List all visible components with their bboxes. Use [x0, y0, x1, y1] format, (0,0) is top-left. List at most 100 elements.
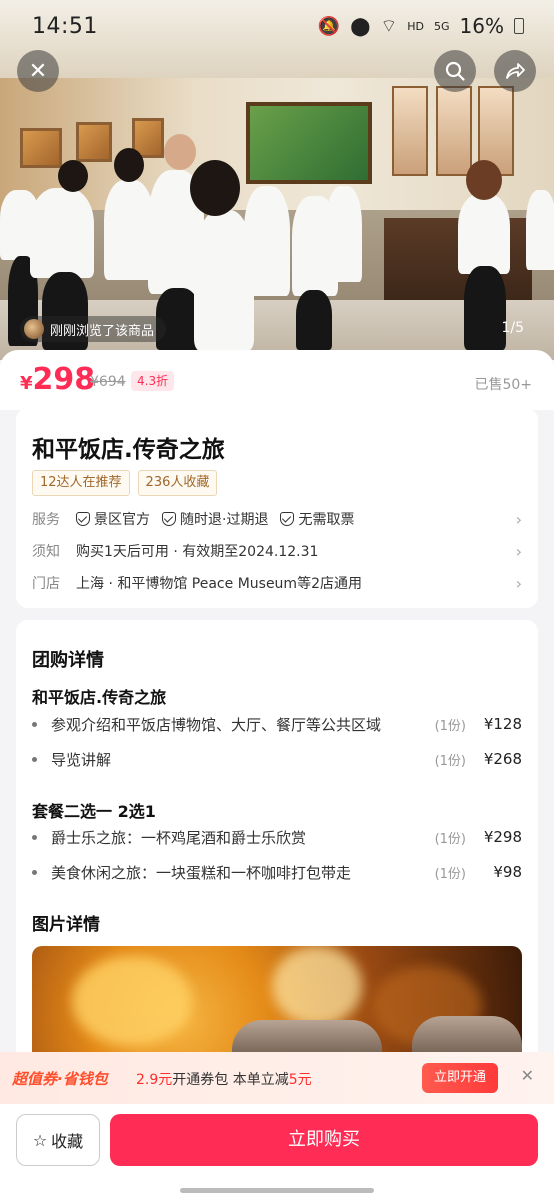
location-icon: ⬤: [350, 15, 371, 37]
hero-green-frame: [246, 102, 372, 184]
visitor-figure: [30, 188, 94, 278]
promo-text: 2.9元开通券包 本单立减5元: [136, 1069, 312, 1089]
search-button[interactable]: [434, 50, 476, 92]
item-price: ¥98: [493, 863, 522, 881]
notice-row[interactable]: 须知 购买1天后可用 · 有效期至2024.12.31 ›: [32, 539, 522, 563]
coupon-promo-bar: 超值券·省钱包 2.9元开通券包 本单立减5元 立即开通 ✕: [0, 1052, 554, 1104]
service-item-label: 无需取票: [298, 512, 355, 528]
discount-badge: 4.3折: [131, 371, 175, 391]
close-icon: ✕: [28, 58, 48, 84]
details-heading: 团购详情: [32, 650, 104, 671]
share-icon: [506, 63, 525, 79]
battery-icon: [514, 18, 524, 34]
chevron-right-icon: ›: [515, 541, 522, 561]
visitor-figure: [104, 180, 154, 280]
visitor-head: [58, 160, 88, 192]
hero-picture-frame: [436, 86, 472, 176]
buy-now-button[interactable]: 立即购买: [110, 1114, 538, 1166]
item-name: 爵士乐之旅：一杯鸡尾酒和爵士乐欣赏: [51, 828, 307, 847]
currency-symbol: ¥: [20, 373, 33, 394]
pictures-heading: 图片详情: [32, 915, 100, 935]
item-name: 参观介绍和平饭店博物馆、大厅、餐厅等公共区域: [51, 715, 382, 734]
product-title: 和平饭店.传奇之旅: [32, 437, 225, 463]
shield-check-icon: [76, 512, 90, 526]
package-title: 和平饭店.传奇之旅: [32, 688, 167, 707]
product-tags: 12达人在推荐 236人收藏: [32, 470, 218, 496]
item-name: 美食休闲之旅：一块蛋糕和一杯咖啡打包带走: [51, 863, 352, 882]
coupon-logo: 超值券·省钱包: [12, 1070, 108, 1088]
current-price: ¥298: [20, 362, 95, 397]
group-details-card: 团购详情 和平饭店.传奇之旅 参观介绍和平饭店博物馆、大厅、餐厅等公共区域 (1…: [16, 620, 538, 1100]
signal-label: 5G: [434, 19, 450, 33]
status-icons: 🔕 ⬤ ⌔ HD 5G 16%: [318, 14, 524, 38]
promo-amount: 2.9元: [136, 1072, 173, 1088]
hero-wall-panel: [20, 128, 62, 168]
bullet-dot: [32, 834, 37, 840]
activate-coupon-button[interactable]: 立即开通: [422, 1063, 498, 1093]
tag-favorites[interactable]: 236人收藏: [137, 470, 218, 496]
service-item: 随时退·过期退: [162, 509, 268, 529]
wifi-icon: ⌔: [380, 15, 398, 37]
hero-image-carousel[interactable]: 14:51 🔕 ⬤ ⌔ HD 5G 16% ✕ 刚刚浏览了该商品 1/5: [0, 0, 554, 360]
home-indicator[interactable]: [180, 1188, 374, 1193]
price-strip: ¥298 ¥694 4.3折 已售50+: [0, 350, 554, 410]
bullet-dot: [32, 721, 37, 727]
photo-bokeh: [72, 956, 192, 1046]
product-info-card: 和平饭店.传奇之旅 12达人在推荐 236人收藏 服务 景区官方 随时退·过期退…: [16, 408, 538, 608]
item-price: ¥268: [483, 750, 522, 768]
service-values: 景区官方 随时退·过期退 无需取票: [76, 509, 354, 529]
photo-bokeh: [272, 946, 362, 1026]
list-item: 爵士乐之旅：一杯鸡尾酒和爵士乐欣赏 (1份) ¥298: [32, 825, 522, 849]
image-pager: 1/5: [501, 320, 524, 336]
shield-check-icon: [280, 512, 295, 526]
close-button[interactable]: ✕: [17, 50, 59, 92]
list-item: 美食休闲之旅：一块蛋糕和一杯咖啡打包带走 (1份) ¥98: [32, 860, 522, 884]
recently-viewed-text: 刚刚浏览了该商品: [50, 323, 155, 339]
service-item-label: 随时退·过期退: [180, 512, 269, 528]
store-value: 上海 · 和平博物馆 Peace Museum等2店通用: [76, 576, 362, 592]
hero-picture-frame: [392, 86, 428, 176]
service-label: 服务: [32, 512, 60, 528]
status-time: 14:51: [32, 14, 98, 39]
visitor-figure: [296, 290, 332, 350]
promo-mid: 开通券包 本单立减: [172, 1072, 289, 1088]
notice-value: 购买1天后可用 · 有效期至2024.12.31: [76, 544, 319, 560]
item-qty: (1份): [434, 831, 466, 847]
service-item: 无需取票: [280, 509, 354, 529]
network-label: HD: [407, 19, 425, 33]
tag-recommend[interactable]: 12达人在推荐: [32, 470, 130, 496]
visitor-head: [114, 148, 144, 182]
item-name: 导览讲解: [51, 750, 112, 769]
item-qty: (1份): [434, 866, 466, 882]
guide-figure: [464, 266, 506, 350]
item-qty: (1份): [434, 753, 466, 769]
close-icon[interactable]: ✕: [521, 1066, 534, 1085]
visitor-figure: [526, 190, 554, 270]
guide-head: [466, 160, 502, 200]
visitor-figure: [244, 186, 290, 296]
store-row[interactable]: 门店 上海 · 和平博物馆 Peace Museum等2店通用 ›: [32, 571, 522, 595]
bullet-dot: [32, 869, 37, 875]
favorite-label: 收藏: [51, 1132, 84, 1151]
visitor-head: [164, 134, 196, 170]
avatar: [24, 319, 44, 339]
share-button[interactable]: [494, 50, 536, 92]
bullet-dot: [32, 756, 37, 762]
notice-label: 须知: [32, 544, 60, 560]
original-price: ¥694: [90, 374, 126, 390]
option-group-title: 套餐二选一 2选1: [32, 802, 156, 821]
item-qty: (1份): [434, 718, 466, 734]
chevron-right-icon: ›: [515, 573, 522, 593]
star-icon: ☆: [32, 1130, 48, 1150]
visitor-figure: [326, 186, 362, 282]
sold-count: 已售50+: [474, 377, 532, 393]
favorite-button[interactable]: ☆ 收藏: [16, 1114, 100, 1166]
chevron-right-icon: ›: [515, 509, 522, 529]
guide-figure: [458, 194, 510, 274]
service-row[interactable]: 服务 景区官方 随时退·过期退 无需取票 ›: [32, 507, 522, 531]
shield-check-icon: [162, 512, 176, 526]
visitor-head: [190, 160, 240, 216]
list-item: 参观介绍和平饭店博物馆、大厅、餐厅等公共区域 (1份) ¥128: [32, 712, 522, 736]
item-price: ¥128: [483, 715, 522, 733]
current-price-value: 298: [32, 362, 96, 397]
